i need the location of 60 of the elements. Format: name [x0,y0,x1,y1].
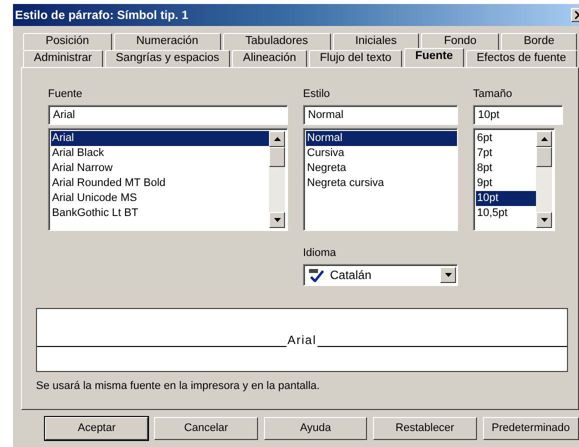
down-arrow-icon [274,218,280,222]
size-label: Tamaño [473,87,514,100]
list-item[interactable]: BankGothic Lt BT [51,206,269,221]
scroll-down-button[interactable] [536,212,552,228]
list-item[interactable]: Arial [51,131,269,146]
list-item[interactable]: Arial Black [51,146,269,161]
tab[interactable]: Tabuladores [222,33,331,50]
list-item[interactable]: Cursiva [306,146,457,161]
scrollbar[interactable] [536,131,552,228]
info-text: Se usará la misma fuente en la impresora y en la pantalla. [36,379,321,394]
preview-text: Arial [286,334,318,347]
scrollbar[interactable] [269,131,285,228]
tab[interactable]: Numeración [114,33,221,50]
list-item[interactable]: 7pt [476,146,536,161]
language-value: Catalán [330,267,372,284]
tab[interactable]: Fuente [404,48,464,67]
dropdown-button[interactable] [440,267,456,283]
tab[interactable]: Sangrías y espacios [104,50,230,67]
spellcheck-icon [308,268,324,282]
list-item[interactable]: 10pt [476,191,536,206]
font-label: Fuente [48,87,84,100]
style-field[interactable]: Normal [303,105,458,125]
scroll-thumb[interactable] [536,147,552,167]
list-item[interactable]: 6pt [476,131,536,146]
list-item[interactable]: Normal [306,131,457,146]
tab[interactable]: Fondo [421,33,500,50]
list-item[interactable]: Arial Unicode MS [51,191,269,206]
list-item[interactable]: 9pt [476,176,536,191]
tab[interactable]: Flujo del texto [309,50,402,67]
dialog-button[interactable]: Predeterminado [482,417,579,440]
tab[interactable]: Borde [501,33,578,50]
scroll-thumb[interactable] [269,147,285,167]
up-arrow-icon [274,137,280,141]
list-item[interactable]: 8pt [476,161,536,176]
tab[interactable]: Iniciales [332,33,420,50]
size-field[interactable]: 10pt [473,105,563,125]
language-label: Idioma [303,246,338,259]
up-arrow-icon [540,137,548,141]
caret-icon [444,273,452,277]
list-item[interactable]: 10,5pt [476,206,536,221]
dialog-button[interactable]: Ayuda [264,417,368,440]
scroll-up-button[interactable] [536,131,552,147]
style-label: Estilo [303,87,331,100]
tab[interactable]: Posición [23,33,112,50]
tab[interactable]: Efectos de fuente [466,50,578,67]
list-item[interactable]: Arial Rounded MT Bold [51,176,269,191]
dialog-button[interactable]: Aceptar [45,417,148,440]
tab[interactable]: Administrar [23,50,103,67]
scroll-up-button[interactable] [269,131,285,147]
dialog-button[interactable]: Restablecer [373,417,477,440]
list-item[interactable]: Arial Narrow [51,161,269,176]
font-field[interactable]: Arial [48,105,288,125]
scroll-down-button[interactable] [269,212,285,228]
list-item[interactable]: Negreta [306,161,457,176]
tab[interactable]: Alineación [232,50,307,67]
language-select[interactable]: Catalán [303,264,458,286]
dialog-button[interactable]: Cancelar [154,417,258,440]
window-title: Estilo de párrafo: Símbol tip. 1 [15,7,188,24]
list-item[interactable]: Negreta cursiva [306,176,457,191]
down-arrow-icon [540,218,548,222]
